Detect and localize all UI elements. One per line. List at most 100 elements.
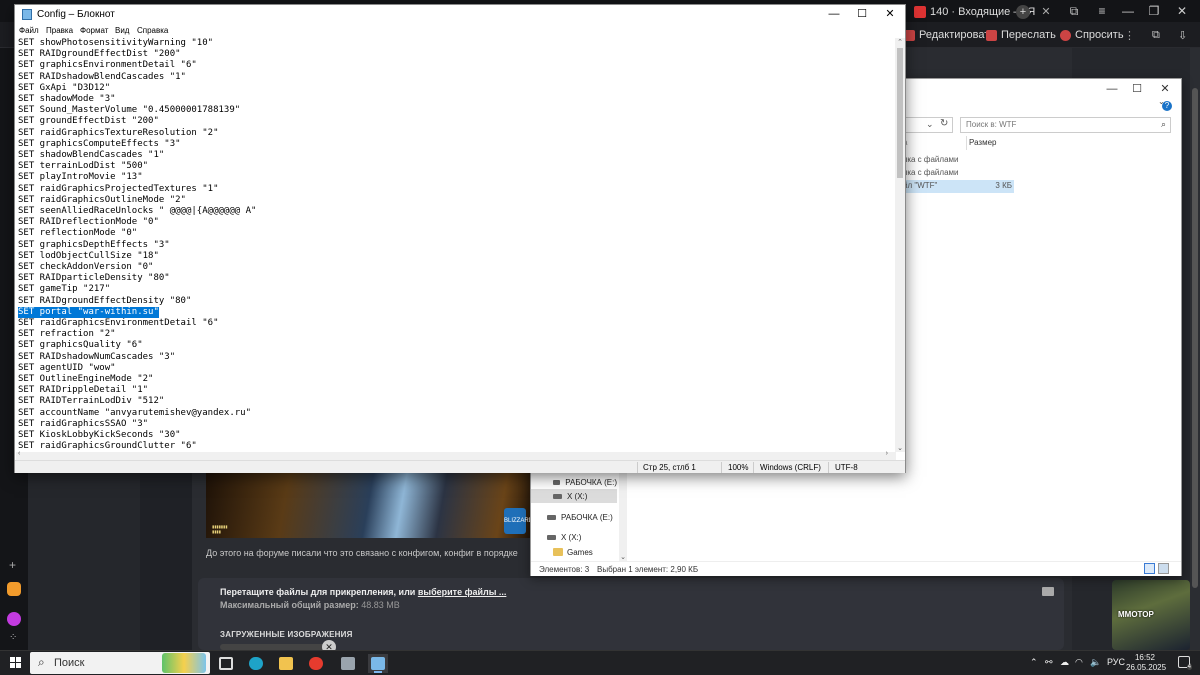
file-row[interactable]: пка с файлами: [901, 154, 1014, 167]
text-line[interactable]: SET playIntroMovie "13": [18, 172, 143, 183]
forward-button[interactable]: Переслать: [986, 27, 1056, 43]
notepad-titlebar[interactable]: Config – Блокнот — ☐ ✕: [15, 5, 905, 23]
tabs-list-icon[interactable]: ⧉: [1062, 3, 1086, 20]
text-line[interactable]: SET RAIDgroundEffectDensity "80": [18, 296, 191, 307]
clock[interactable]: 16:52 26.05.2025: [1126, 653, 1166, 673]
column-size[interactable]: Размер: [969, 138, 997, 147]
text-line[interactable]: SET OutlineEngineMode "2": [18, 374, 153, 385]
file-explorer-icon[interactable]: [276, 654, 296, 673]
text-line[interactable]: SET GxApi "D3D12": [18, 83, 110, 94]
network-icon[interactable]: ⚯: [1045, 657, 1053, 668]
details-view-icon[interactable]: [1144, 563, 1155, 574]
notepad-taskbar-icon[interactable]: [368, 654, 388, 673]
minimize-icon[interactable]: —: [1098, 81, 1126, 97]
downloads-icon[interactable]: ⇩: [1178, 27, 1187, 43]
chevron-left-icon[interactable]: ‹: [18, 450, 20, 457]
chevron-up-icon[interactable]: ⌃: [895, 38, 905, 46]
menu-icon[interactable]: ≡: [1090, 3, 1114, 20]
minimize-icon[interactable]: —: [819, 6, 849, 22]
market-icon[interactable]: [7, 582, 21, 596]
vertical-scrollbar[interactable]: ⌃ ⌄: [895, 38, 905, 452]
ask-button[interactable]: Спросить: [1060, 27, 1124, 43]
text-line[interactable]: SET RAIDshadowBlendCascades "1": [18, 72, 186, 83]
file-row[interactable]: пка с файлами: [901, 167, 1014, 180]
text-line[interactable]: SET reflectionMode "0": [18, 228, 137, 239]
minimize-icon[interactable]: —: [1116, 3, 1140, 20]
menu-format[interactable]: Формат: [80, 26, 108, 35]
text-line[interactable]: SET raidGraphicsGroundClutter "6": [18, 441, 197, 452]
post-screenshot[interactable]: BLIZZARD ▮▮▮▮▮▮▮▮▮▮▮: [206, 472, 530, 538]
text-line[interactable]: SET agentUID "wow": [18, 363, 116, 374]
task-view-icon[interactable]: [216, 654, 236, 673]
text-line[interactable]: SET showPhotosensitivityWarning "10": [18, 38, 213, 49]
browser-scrollbar[interactable]: [1190, 48, 1200, 650]
text-line[interactable]: SET RAIDgroundEffectDist "200": [18, 49, 181, 60]
nav-item-drive[interactable]: X (X:): [531, 489, 617, 503]
nav-item-drive[interactable]: X (X:): [531, 530, 617, 544]
chevron-down-icon[interactable]: ⌄: [926, 119, 934, 130]
close-icon[interactable]: ✕: [1151, 81, 1179, 97]
choose-files-link[interactable]: выберите файлы ...: [418, 587, 507, 597]
restore-icon[interactable]: ❐: [1142, 3, 1166, 20]
browser-tab-mail[interactable]: 140 · Входящие — Я ✕: [914, 3, 1051, 20]
notification-icon[interactable]: 4: [1178, 656, 1192, 670]
text-line[interactable]: SET RAIDparticleDensity "80": [18, 273, 170, 284]
chevron-down-icon[interactable]: ⌄: [619, 553, 627, 561]
app-icon[interactable]: [338, 654, 358, 673]
text-line[interactable]: SET accountName "anvyarutemishev@yandex.…: [18, 408, 251, 419]
text-line[interactable]: SET KioskLobbyKickSeconds "30": [18, 430, 181, 441]
input-language[interactable]: РУС: [1107, 657, 1125, 667]
nav-item-drive[interactable]: РАБОЧКА (E:): [531, 510, 617, 524]
add-panel-icon[interactable]: +: [9, 558, 16, 572]
text-line[interactable]: SET raidGraphicsProjectedTextures "1": [18, 184, 218, 195]
text-line[interactable]: SET gameTip "217": [18, 284, 110, 295]
maximize-icon[interactable]: ☐: [1123, 81, 1151, 97]
horizontal-scrollbar[interactable]: ‹ ›: [16, 450, 896, 460]
text-line[interactable]: SET raidGraphicsSSAO "3": [18, 419, 148, 430]
tiles-view-icon[interactable]: [1158, 563, 1169, 574]
search-input[interactable]: Поиск в: WTF ⌕: [960, 117, 1171, 133]
new-tab-button[interactable]: +: [1016, 3, 1030, 20]
text-line[interactable]: SET terrainLodDist "500": [18, 161, 148, 172]
extensions-icon[interactable]: ⧉: [1152, 27, 1160, 43]
text-line[interactable]: SET refraction "2": [18, 329, 116, 340]
text-line[interactable]: SET seenAlliedRaceUnlocks " @@@@|{A@@@@@…: [18, 206, 256, 217]
menu-file[interactable]: Файл: [19, 26, 39, 35]
maximize-icon[interactable]: ☐: [847, 6, 877, 22]
menu-view[interactable]: Вид: [115, 26, 129, 35]
text-line[interactable]: SET raidGraphicsTextureResolution "2": [18, 128, 218, 139]
menu-edit[interactable]: Правка: [46, 26, 73, 35]
chevron-down-icon[interactable]: ⌄: [895, 444, 905, 452]
text-line[interactable]: SET Sound_MasterVolume "0.45000001788139…: [18, 105, 240, 116]
windows-start-icon[interactable]: [10, 657, 22, 669]
edit-button[interactable]: Редактировать: [904, 27, 995, 43]
file-row-selected[interactable]: йл "WTF" 3 КБ: [901, 180, 1014, 193]
text-line[interactable]: SET checkAddonVersion "0": [18, 262, 153, 273]
more-icon[interactable]: ⋮: [1124, 27, 1135, 43]
onedrive-icon[interactable]: ☁: [1060, 657, 1069, 668]
text-line[interactable]: SET RAIDreflectionMode "0": [18, 217, 159, 228]
close-icon[interactable]: ✕: [875, 6, 905, 22]
close-window-icon[interactable]: ✕: [1170, 3, 1194, 20]
address-bar[interactable]: ⌄ ↻: [901, 117, 953, 133]
help-icon[interactable]: ?: [1162, 101, 1172, 111]
text-line[interactable]: SET graphicsQuality "6": [18, 340, 143, 351]
text-editor[interactable]: SET showPhotosensitivityWarning "10" SET …: [16, 38, 896, 452]
text-line[interactable]: SET groundEffectDist "200": [18, 116, 159, 127]
close-icon[interactable]: ✕: [1041, 5, 1050, 18]
text-line[interactable]: SET shadowBlendCascades "1": [18, 150, 164, 161]
text-line[interactable]: SET shadowMode "3": [18, 94, 116, 105]
text-line[interactable]: SET graphicsComputeEffects "3": [18, 139, 181, 150]
text-line[interactable]: SET graphicsEnvironmentDetail "6": [18, 60, 197, 71]
volume-icon[interactable]: 🔈: [1090, 657, 1101, 668]
text-line-selected[interactable]: SET portal "war-within.su": [18, 306, 159, 318]
text-line[interactable]: SET lodObjectCullSize "18": [18, 251, 159, 262]
chevron-up-icon[interactable]: ⌃: [1030, 657, 1038, 668]
nav-item-folder[interactable]: Games: [531, 545, 617, 559]
text-line[interactable]: SET RAIDshadowNumCascades "3": [18, 352, 175, 363]
folder-icon[interactable]: [1042, 587, 1054, 596]
wifi-icon[interactable]: ◠: [1075, 657, 1083, 668]
scroll-thumb[interactable]: [897, 48, 903, 178]
text-line[interactable]: SET RAIDrippleDetail "1": [18, 385, 148, 396]
text-line[interactable]: SET graphicsDepthEffects "3": [18, 240, 170, 251]
